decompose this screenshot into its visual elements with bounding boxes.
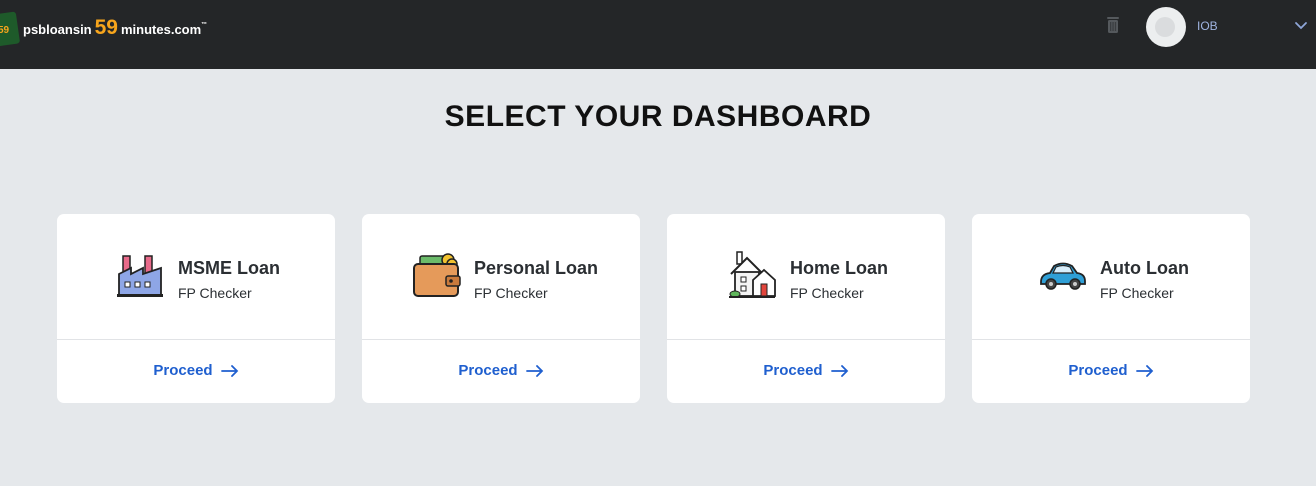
proceed-button-msme[interactable]: Proceed <box>57 362 335 379</box>
proceed-button-auto[interactable]: Proceed <box>972 362 1250 379</box>
card-msme-loan: MSME Loan FP Checker Proceed <box>57 214 335 403</box>
top-navbar: 59 psbloansin 59 minutes.com ™ IOB <box>0 0 1316 69</box>
page-title: SELECT YOUR DASHBOARD <box>444 100 872 133</box>
card-title: Auto Loan <box>1100 258 1189 278</box>
card-subtitle: FP Checker <box>1100 285 1174 301</box>
chevron-down-icon[interactable] <box>1294 21 1308 31</box>
card-home-loan: Home Loan FP Checker Proceed <box>667 214 945 403</box>
arrow-right-icon <box>1135 364 1153 377</box>
card-auto-loan: Auto Loan FP Checker Proceed <box>972 214 1250 403</box>
arrow-right-icon <box>830 364 848 377</box>
arrow-right-icon <box>525 364 543 377</box>
card-title: MSME Loan <box>178 258 280 278</box>
card-title: Home Loan <box>790 258 889 278</box>
card-subtitle: FP Checker <box>790 285 864 301</box>
card-personal-loan: Personal Loan FP Checker Proceed <box>362 214 640 403</box>
logo-text: psbloansin 59 minutes.com ™ <box>23 16 208 39</box>
proceed-label[interactable]: Proceed <box>458 362 517 379</box>
logo-badge-icon: 59 <box>0 11 21 47</box>
proceed-label[interactable]: Proceed <box>1068 362 1127 379</box>
factory-icon <box>117 255 163 297</box>
user-avatar[interactable] <box>1146 7 1186 47</box>
arrow-right-icon <box>220 364 238 377</box>
app-logo[interactable]: 59 psbloansin 59 minutes.com ™ <box>0 10 208 47</box>
user-name[interactable]: IOB <box>1197 19 1218 33</box>
card-title: Personal Loan <box>474 258 599 278</box>
card-subtitle: FP Checker <box>474 285 548 301</box>
card-subtitle: FP Checker <box>178 285 252 301</box>
proceed-button-home[interactable]: Proceed <box>667 362 945 379</box>
proceed-button-personal[interactable]: Proceed <box>362 362 640 379</box>
wallet-icon <box>413 253 461 297</box>
proceed-label[interactable]: Proceed <box>763 362 822 379</box>
car-icon <box>1040 262 1086 290</box>
house-icon <box>729 251 776 298</box>
proceed-label[interactable]: Proceed <box>153 362 212 379</box>
trash-icon[interactable] <box>1106 16 1120 34</box>
